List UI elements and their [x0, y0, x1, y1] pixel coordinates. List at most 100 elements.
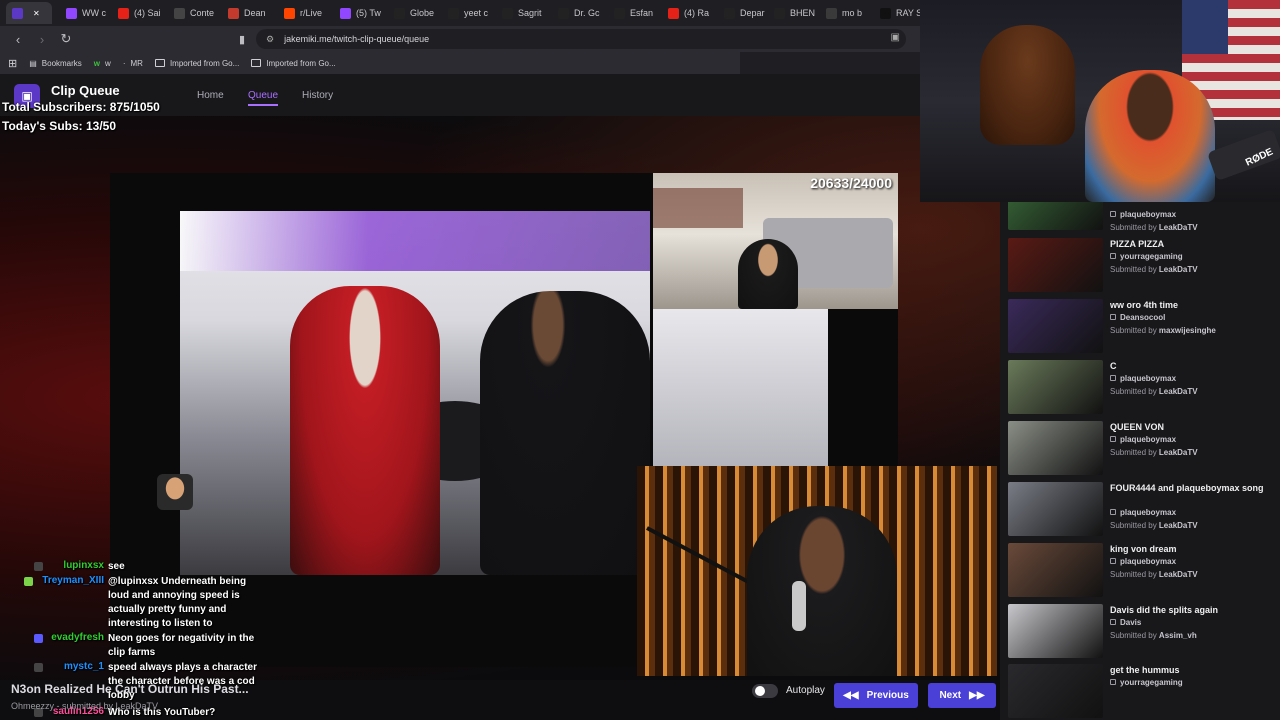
channel-icon — [1110, 314, 1116, 320]
chat-badge-icon — [34, 562, 43, 571]
nav-history[interactable]: History — [302, 90, 333, 101]
queue-item[interactable]: Cplaqueboymax Submitted by LeakDaTV — [1008, 360, 1276, 418]
queue-item[interactable]: plaqueboymax Submitted by LeakDaTV — [1008, 202, 1276, 234]
queue-item-title: FOUR4444 and plaqueboymax song — [1110, 483, 1264, 493]
queue-item[interactable]: Davis did the splits again Davis Submitted… — [1008, 604, 1276, 662]
reload-button[interactable]: ↻ — [56, 29, 76, 49]
bookmarks-icon: ▤ — [29, 58, 37, 68]
queue-item-thumbnail[interactable] — [1008, 202, 1103, 230]
browser-tab[interactable]: Dean — [222, 2, 274, 24]
room-decor — [653, 188, 743, 228]
browser-tab[interactable]: ✕ — [6, 2, 52, 24]
chat-text: see — [108, 561, 125, 572]
browser-tab[interactable]: Conte — [168, 2, 220, 24]
back-button[interactable]: ‹ — [8, 29, 28, 49]
queue-item-thumbnail[interactable] — [1008, 482, 1103, 536]
queue-item[interactable]: get the hummus yourragegaming — [1008, 664, 1276, 720]
flag-stars — [1182, 0, 1228, 54]
queue-item[interactable]: FOUR4444 and plaqueboymax song plaqueboym… — [1008, 482, 1276, 540]
apps-grid-icon[interactable]: ⊞ — [8, 57, 17, 70]
browser-tab[interactable]: yeet c — [442, 2, 494, 24]
queue-item-thumbnail[interactable] — [1008, 238, 1103, 292]
address-bar[interactable]: ⚙ jakemiki.me/twitch-clip-queue/queue ▣ — [256, 29, 906, 49]
chat-username[interactable]: mystc_1 — [64, 661, 104, 672]
bookmark-icon: ▮ — [238, 33, 246, 46]
tab-label: yeet c — [464, 8, 489, 18]
tab-label: r/Live — [300, 8, 323, 18]
queue-item[interactable]: ww oro 4th time Deansocool Submitted by ma… — [1008, 299, 1276, 357]
app-title: Clip Queue — [51, 83, 120, 98]
bookmark-item[interactable]: ww — [94, 59, 111, 68]
chat-username[interactable]: evadyfresh — [51, 632, 104, 643]
autoplay-toggle-knob — [755, 686, 765, 696]
bookmark-label: w — [105, 58, 111, 68]
bookmark-item[interactable]: Imported from Go... — [154, 59, 239, 68]
autoplay-toggle[interactable] — [752, 684, 778, 698]
nav-queue[interactable]: Queue — [248, 90, 279, 106]
scene-person-black-hoodie — [480, 291, 650, 575]
browser-tab[interactable]: BHEN — [768, 2, 820, 24]
browser-tab[interactable]: WW c — [60, 2, 112, 24]
bookmark-label: Imported from Go... — [266, 58, 336, 68]
close-tab-icon[interactable]: ✕ — [33, 9, 40, 18]
browser-tab[interactable]: (4) Sai — [112, 2, 164, 24]
video-main-scene — [180, 211, 650, 575]
browser-tab[interactable]: Globe — [388, 2, 440, 24]
bookmark-page-button[interactable]: ▮ — [232, 29, 252, 49]
queue-item-thumbnail[interactable] — [1008, 360, 1103, 414]
tab-label: RAY S — [896, 8, 923, 18]
bookmarks-bar-extension — [740, 52, 920, 74]
browser-tab[interactable]: Sagrit — [496, 2, 548, 24]
folder-icon — [251, 59, 262, 67]
browser-tab[interactable]: (5) Tw — [334, 2, 386, 24]
tab-label: (5) Tw — [356, 8, 381, 18]
queue-item-channel: Davis — [1110, 618, 1141, 627]
queue-item-thumbnail[interactable] — [1008, 604, 1103, 658]
queue-item[interactable]: king von dream plaqueboymax Submitted by L… — [1008, 543, 1276, 601]
browser-tab[interactable]: RAY S — [874, 2, 926, 24]
queue-item-thumbnail[interactable] — [1008, 299, 1103, 353]
tab-favicon-icon — [880, 7, 891, 19]
previous-button[interactable]: ◀◀ Previous — [834, 683, 918, 708]
tab-label: Conte — [190, 8, 215, 18]
browser-tab[interactable]: Esfan — [608, 2, 660, 24]
streamer-figure — [738, 239, 798, 309]
tab-favicon-icon — [66, 7, 77, 19]
browser-tab[interactable]: mo b — [820, 2, 872, 24]
browser-tab[interactable]: (4) Ra — [662, 2, 714, 24]
queue-item[interactable]: QUEEN VON plaqueboymax Submitted by LeakDa… — [1008, 421, 1276, 479]
tab-label: Dean — [244, 8, 266, 18]
bookmark-item[interactable]: Imported from Go... — [251, 58, 336, 68]
site-info-icon[interactable]: ⚙ — [266, 34, 274, 45]
queue-item-submitter: Submitted by LeakDaTV — [1110, 387, 1198, 396]
forward-button[interactable]: › — [32, 29, 52, 49]
tab-favicon-icon — [668, 7, 679, 19]
browser-tab[interactable]: Depar — [718, 2, 770, 24]
reactor-figure — [747, 506, 897, 676]
tab-label: (4) Sai — [134, 8, 161, 18]
bookmark-item[interactable]: · MR — [123, 59, 143, 68]
chat-username[interactable]: Treyman_XIII — [42, 575, 104, 586]
queue-item-thumbnail[interactable] — [1008, 664, 1103, 718]
queue-item-channel: yourragegaming — [1110, 252, 1183, 261]
browser-tab[interactable]: r/Live — [278, 2, 330, 24]
queue-item-thumbnail[interactable] — [1008, 421, 1103, 475]
forward-arrow-icon: › — [39, 31, 45, 47]
browser-tab[interactable]: Dr. Gc — [552, 2, 604, 24]
bookmark-item[interactable]: ▤ Bookmarks — [29, 59, 82, 68]
streamer-webcam: RØDE — [920, 0, 1280, 202]
teddy-bear — [980, 25, 1075, 145]
queue-item-title: QUEEN VON — [1110, 422, 1165, 432]
scene-ceiling — [180, 211, 650, 271]
chat-badge-icon — [34, 634, 43, 643]
queue-item-thumbnail[interactable] — [1008, 543, 1103, 597]
queue-item-submitter-name: LeakDaTV — [1158, 448, 1198, 457]
chat-username[interactable]: lupinxsx — [63, 560, 104, 571]
next-button[interactable]: Next ▶▶ — [928, 683, 996, 708]
tab-label: WW c — [82, 8, 106, 18]
queue-item[interactable]: PIZZA PIZZA yourragegaming Submitted by Le… — [1008, 238, 1276, 296]
tab-label: BHEN — [790, 8, 816, 18]
streamer-camera-frame: 20633/24000 — [653, 173, 898, 309]
nav-home[interactable]: Home — [197, 90, 224, 101]
screen-share-icon[interactable]: ▣ — [891, 32, 900, 43]
